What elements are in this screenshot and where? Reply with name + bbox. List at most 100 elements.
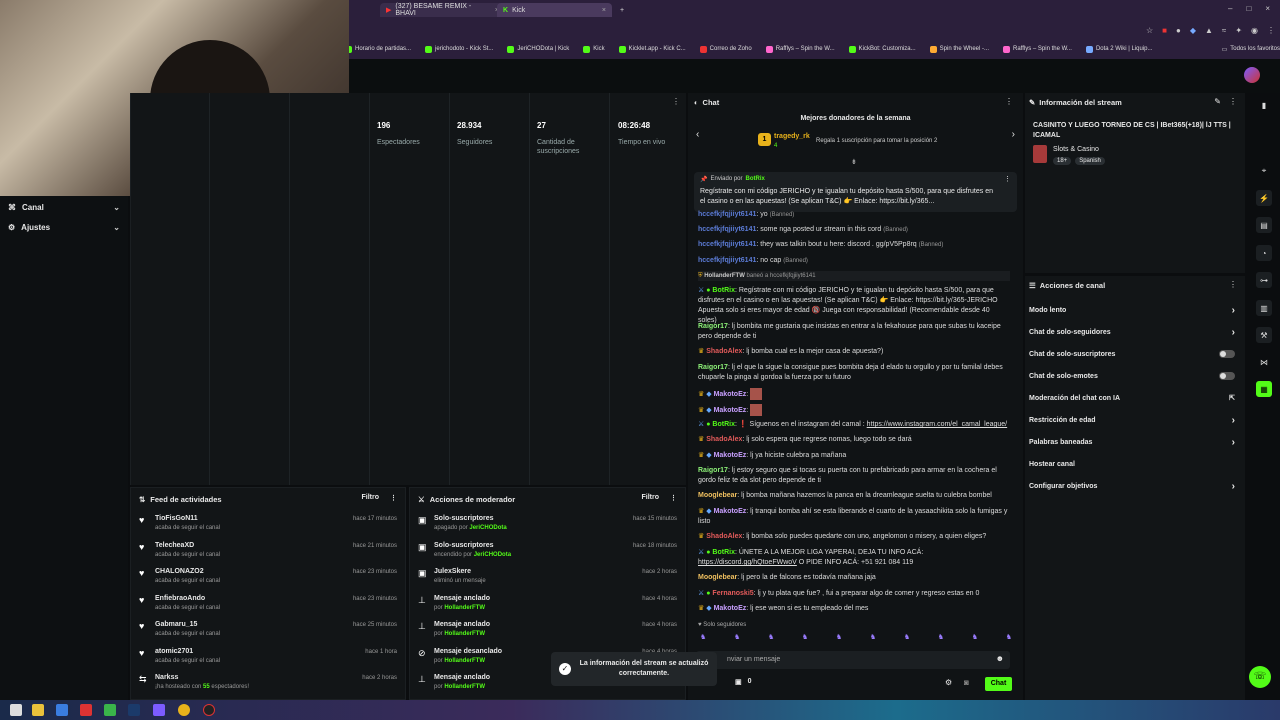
filter-button[interactable]: Filtro [642,494,660,501]
bookmark[interactable]: Spin the Wheel -... [929,45,989,53]
chevron-left-icon[interactable]: ‹ [696,129,699,140]
channel-action-item[interactable]: Chat de solo-suscriptores [1029,344,1241,364]
instagram-link[interactable]: https://www.instagram.com/el_camal_leagu… [867,421,1007,428]
extension-icon[interactable]: ≈ [1222,26,1226,35]
sidebar-item-canal[interactable]: ⌘ Canal ⌄ [8,198,120,216]
extension-icon[interactable]: ◆ [1190,26,1196,35]
activity-row[interactable]: ♥ EnfiebraoAndo acaba de seguir el canal … [131,592,405,618]
more-icon[interactable]: ⋮ [1229,97,1237,106]
emote-icon[interactable]: ♞ [938,633,944,647]
collapse-icon[interactable]: ⇟ [851,158,857,166]
emote-icon[interactable]: ♞ [734,633,740,647]
note-icon[interactable]: ▤ [1256,217,1272,233]
activity-row[interactable]: ♥ atomic2701 acaba de seguir el canal hac… [131,645,405,671]
bookmark[interactable]: jerichodoto - Kick St... [425,45,493,53]
printer-icon[interactable]: ▥ [1256,300,1272,316]
close-window-icon[interactable]: × [1265,4,1270,13]
share-icon[interactable]: ⋈ [1256,354,1272,370]
extension-icon[interactable]: ▲ [1205,26,1213,35]
menu-icon[interactable]: ⋮ [1267,26,1275,35]
more-icon[interactable]: ⋮ [390,494,397,502]
activity-row[interactable]: ♥ TioFisGoN11 acaba de seguir el canal ha… [131,512,405,538]
steam-icon[interactable] [128,704,140,716]
tab-kick[interactable]: K Kick × [497,3,612,17]
channel-action-item[interactable]: Configurar objetivos › [1029,476,1241,496]
donor-name[interactable]: tragedy_rk [774,133,810,140]
puzzle-icon[interactable]: ✦ [1235,26,1242,35]
new-tab-button[interactable]: + [614,3,630,17]
send-chat-button[interactable]: Chat [985,677,1012,691]
extension-icon[interactable]: ● [1176,26,1181,35]
chrome-icon[interactable] [178,704,190,716]
bookmark[interactable]: Correo de Zoho [699,45,752,53]
channel-action-item[interactable]: Moderación del chat con IA ⇱ [1029,388,1241,408]
app-icon[interactable] [56,704,68,716]
mod-action-row[interactable]: ▣ JulexSkere eliminó un mensaje hace 2 h… [410,565,685,591]
activity-row[interactable]: ♥ TelecheaXD acaba de seguir el canal hac… [131,539,405,565]
toggle-switch[interactable] [1219,350,1235,358]
address-bar[interactable]: ☆ ■ ● ◆ ▲ ≈ ✦ ◉ ⋮ [350,23,1275,39]
grid-icon[interactable]: ▦ [1256,381,1272,397]
gear-icon[interactable]: ⚙ [945,678,952,687]
sidebar-toggle-icon[interactable]: ▮ [1256,97,1272,113]
emote-icon[interactable]: ♞ [972,633,978,647]
mod-action-row[interactable]: ⊥ Mensaje anclado por HollanderFTW hace … [410,618,685,644]
kick-bank[interactable]: ▣ 0 [735,678,752,686]
emote-icon[interactable]: ♞ [870,633,876,647]
opera-icon[interactable] [80,704,92,716]
extension-icon[interactable]: ■ [1162,26,1167,35]
bookmark[interactable]: JeriCHODota | Kick [507,45,569,53]
more-icon[interactable]: ⋮ [1229,280,1237,289]
bookmark[interactable]: Dota 2 Wiki | Liquip... [1085,45,1153,53]
category-name[interactable]: Slots & Casino [1053,146,1099,153]
more-icon[interactable]: ⋮ [670,494,677,502]
chat-bubble-icon[interactable]: ◔ [1256,245,1272,261]
discord-link[interactable]: https://discord.gg/hQtoeFWwoV [698,559,797,566]
channel-action-item[interactable]: Chat de solo-emotes [1029,366,1241,386]
bookmark[interactable]: Rafflys – Spin the W... [765,45,835,53]
channel-action-item[interactable]: Palabras baneadas › [1029,432,1241,452]
mod-action-row[interactable]: ▣ Solo-suscriptores apagado por JeriCHOD… [410,512,685,538]
support-icon[interactable]: ☏ [1249,666,1271,688]
bookmark[interactable]: Kicklet.app - Kick C... [618,45,686,53]
emote-icon[interactable]: ♞ [700,633,706,647]
more-icon[interactable]: ⋮ [672,97,680,106]
tag[interactable]: Spanish [1075,157,1105,165]
sidebar-item-ajustes[interactable]: ⚙ Ajustes ⌄ [8,218,120,236]
emote-icon[interactable]: ♞ [768,633,774,647]
channel-action-item[interactable]: Modo lento › [1029,300,1241,320]
toggle-switch[interactable] [1219,372,1235,380]
bookmark[interactable]: Rafflys – Spin the W... [1003,45,1072,53]
bookmark[interactable]: Kick [583,45,605,53]
maximize-icon[interactable]: □ [1246,4,1251,13]
bolt-icon[interactable]: ⚡ [1256,190,1272,206]
wrench-icon[interactable]: ⚒ [1256,327,1272,343]
emote-icon[interactable]: ♞ [802,633,808,647]
channel-action-item[interactable]: Restricción de edad › [1029,410,1241,430]
excel-icon[interactable] [104,704,116,716]
more-icon[interactable]: ⋮ [1005,97,1013,106]
mod-action-row[interactable]: ⊥ Mensaje anclado por HollanderFTW hace … [410,592,685,618]
emoji-icon[interactable]: ☻ [996,654,1004,663]
obs-icon[interactable] [203,704,215,716]
profile-icon[interactable]: ◉ [1251,26,1258,35]
emote-icon[interactable]: ♞ [1006,633,1012,647]
discord-icon[interactable] [153,704,165,716]
activity-row[interactable]: ♥ Gabmaru_15 acaba de seguir el canal hac… [131,618,405,644]
all-bookmarks[interactable]: ▭ Todos los favoritos [1222,46,1280,53]
avatar[interactable] [1244,67,1260,83]
link-icon[interactable]: ⊶ [1256,272,1272,288]
folder-icon[interactable] [32,704,44,716]
close-icon[interactable]: × [602,7,606,14]
robot-icon[interactable]: ◙ [964,678,969,687]
emote-icon[interactable]: ♞ [836,633,842,647]
channel-action-item[interactable]: Hostear canal [1029,454,1241,474]
windows-start-icon[interactable] [10,704,22,716]
bookmark[interactable]: Horario de partidas... [345,45,411,53]
crop-icon[interactable]: ⌖ [1256,163,1272,179]
tag[interactable]: 18+ [1053,157,1072,165]
star-icon[interactable]: ☆ [1146,26,1153,35]
channel-action-item[interactable]: Chat de solo-seguidores › [1029,322,1241,342]
edit-icon[interactable]: ✎ [1214,97,1221,106]
chat-input[interactable]: nviar un mensaje ☻ [696,651,1010,669]
